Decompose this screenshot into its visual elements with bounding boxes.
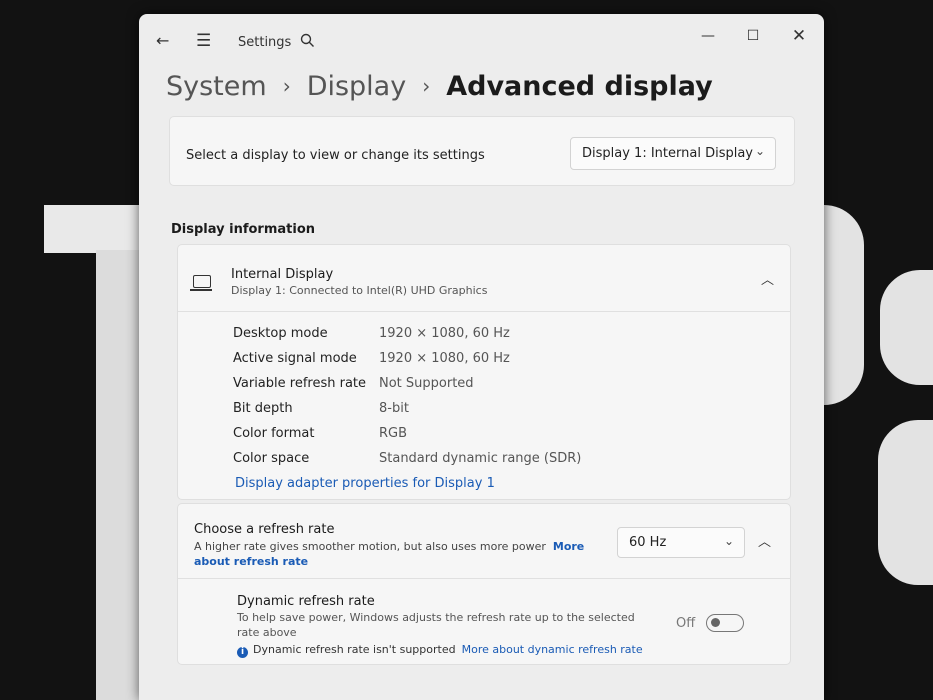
- maximize-icon[interactable]: ☐: [739, 22, 767, 50]
- breadcrumb-separator: ›: [282, 74, 291, 98]
- info-value: Standard dynamic range (SDR): [379, 451, 582, 466]
- info-key: Variable refresh rate: [233, 376, 367, 391]
- display-dropdown-value: Display 1: Internal Display: [582, 146, 753, 161]
- more-about-dynamic-refresh-rate-link[interactable]: More about dynamic refresh rate: [462, 643, 643, 656]
- wallpaper-shape: [880, 270, 933, 385]
- info-key: Bit depth: [233, 401, 293, 416]
- back-arrow-icon[interactable]: ←: [156, 33, 169, 49]
- info-value: Not Supported: [379, 376, 474, 391]
- chevron-down-icon: ⌄: [754, 144, 765, 158]
- refresh-rate-description-text: A higher rate gives smoother motion, but…: [194, 540, 546, 553]
- dynamic-refresh-rate-toggle[interactable]: [706, 614, 744, 632]
- wallpaper-shape: [44, 205, 154, 253]
- info-key: Desktop mode: [233, 326, 328, 341]
- minimize-icon[interactable]: —: [694, 22, 722, 50]
- display-dropdown[interactable]: Display 1: Internal Display ⌄: [570, 137, 776, 170]
- display-select-label: Select a display to view or change its s…: [186, 148, 485, 163]
- breadcrumb: System › Display › Advanced display: [166, 66, 713, 106]
- hamburger-menu-icon[interactable]: ☰: [196, 33, 211, 50]
- refresh-rate-dropdown[interactable]: 60 Hz ⌄: [617, 527, 745, 558]
- info-key: Color space: [233, 451, 310, 466]
- toggle-knob: [711, 618, 720, 627]
- section-title-display-information: Display information: [171, 222, 316, 237]
- wallpaper-shape: [878, 420, 933, 585]
- more-about-refresh-rate-link[interactable]: More: [553, 540, 584, 553]
- info-value: 1920 × 1080, 60 Hz: [379, 351, 510, 366]
- refresh-rate-card: Choose a refresh rate A higher rate give…: [177, 503, 791, 665]
- refresh-rate-title: Choose a refresh rate: [194, 522, 335, 537]
- breadcrumb-separator: ›: [422, 74, 431, 98]
- info-value: 8-bit: [379, 401, 409, 416]
- chevron-up-icon[interactable]: ︿: [761, 269, 774, 288]
- display-select-card: Select a display to view or change its s…: [169, 116, 795, 186]
- info-icon: i: [237, 647, 248, 658]
- chevron-up-icon[interactable]: ︿: [758, 531, 771, 550]
- refresh-rate-description: A higher rate gives smoother motion, but…: [194, 539, 594, 569]
- title-bar: ← ☰ Settings — ☐ ✕: [139, 14, 824, 72]
- page-title: Advanced display: [446, 70, 713, 102]
- display-adapter-properties-link[interactable]: Display adapter properties for Display 1: [235, 476, 495, 491]
- dynamic-refresh-rate-note: i Dynamic refresh rate isn't supported Mor…: [237, 643, 643, 658]
- display-name: Internal Display: [231, 267, 334, 282]
- info-value: 1920 × 1080, 60 Hz: [379, 326, 510, 341]
- app-title: Settings: [238, 35, 292, 50]
- display-information-card: Internal Display Display 1: Connected to…: [177, 244, 791, 500]
- info-value: RGB: [379, 426, 408, 441]
- dynamic-refresh-rate-title: Dynamic refresh rate: [237, 594, 375, 609]
- laptop-icon: [190, 275, 212, 291]
- search-icon[interactable]: [300, 33, 315, 51]
- breadcrumb-system[interactable]: System: [166, 71, 267, 102]
- close-icon[interactable]: ✕: [785, 22, 813, 50]
- info-key: Active signal mode: [233, 351, 357, 366]
- info-key: Color format: [233, 426, 315, 441]
- divider: [178, 578, 790, 579]
- dynamic-refresh-rate-toggle-label: Off: [676, 616, 696, 631]
- display-information-header[interactable]: Internal Display Display 1: Connected to…: [178, 245, 790, 312]
- display-subtitle: Display 1: Connected to Intel(R) UHD Gra…: [231, 284, 488, 297]
- more-about-refresh-rate-link[interactable]: about refresh rate: [194, 555, 308, 568]
- breadcrumb-display[interactable]: Display: [307, 71, 407, 102]
- chevron-down-icon: ⌄: [723, 534, 734, 548]
- dynamic-refresh-rate-description: To help save power, Windows adjusts the …: [237, 611, 635, 639]
- settings-window: ← ☰ Settings — ☐ ✕ System › Display › Ad…: [139, 14, 824, 700]
- refresh-rate-dropdown-value: 60 Hz: [629, 535, 667, 550]
- dynamic-refresh-rate-note-text: Dynamic refresh rate isn't supported: [253, 643, 456, 656]
- wallpaper-shape: [818, 205, 864, 405]
